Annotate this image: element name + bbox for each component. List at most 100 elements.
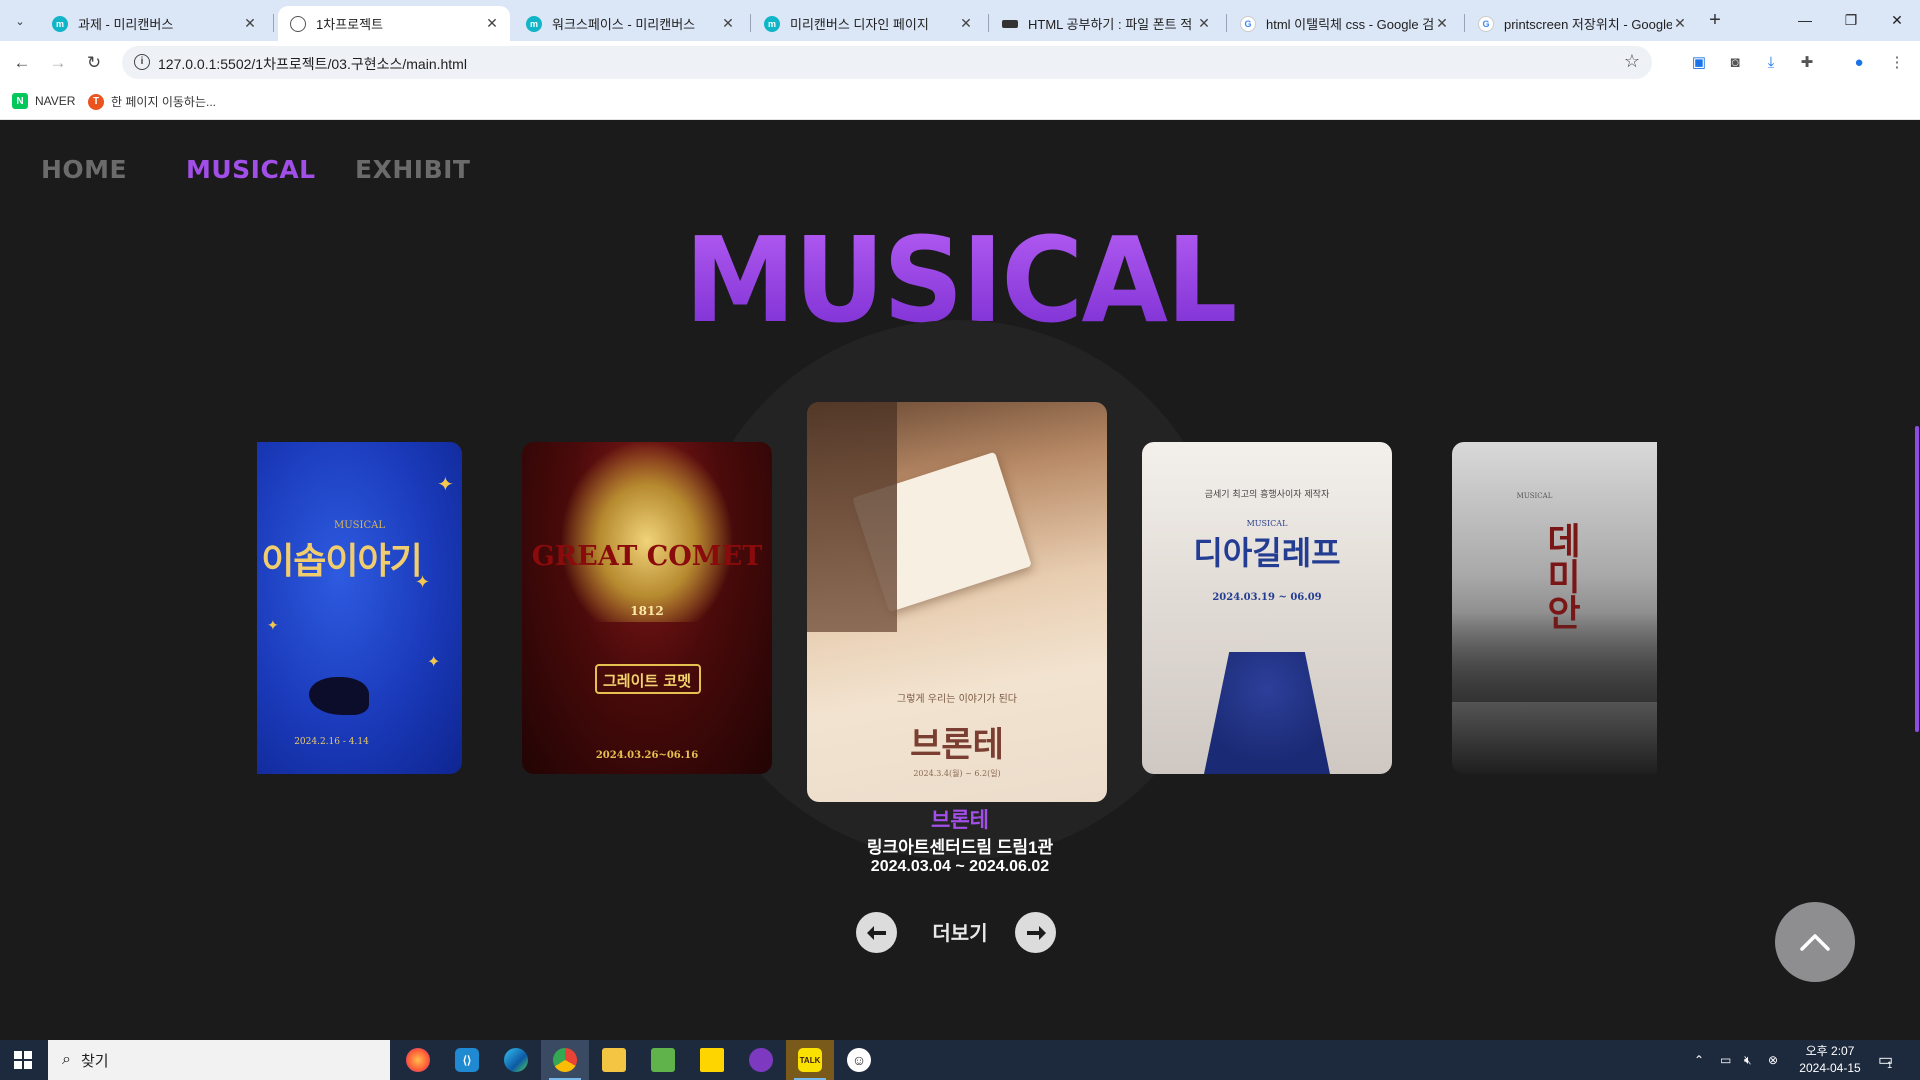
tab-google-italic[interactable]: G html 이탤릭체 css - Google 검 ✕ [1228,6,1460,41]
tab-miricanvas-workspace[interactable]: m 워크스페이스 - 미리캔버스 ✕ [514,6,746,41]
taskbar-sticky-notes[interactable] [688,1040,736,1080]
chevron-up-icon [1800,934,1830,951]
taskbar-github[interactable] [737,1040,785,1080]
tab-miricanvas-assignment[interactable]: m 과제 - 미리캔버스 ✕ [40,6,268,41]
more-label[interactable]: 더보기 [932,923,987,945]
fog-overlay [1452,612,1657,702]
tab-divider [1464,14,1465,32]
bookmark-star-icon[interactable]: ☆ [1624,51,1640,72]
profile-avatar-icon[interactable]: ● [1848,52,1870,74]
tab-first-project[interactable]: 1차프로젝트 ✕ [278,6,510,41]
poster-ihop[interactable]: MUSICAL 이솝이야기 ✦ ✦ ✦ ✦ 2024.2.16 - 4.14 [257,442,462,774]
close-window-button[interactable]: ✕ [1874,6,1920,34]
naver-icon: N [12,93,28,109]
bookmark-label: 한 페이지 이동하는... [111,95,216,109]
featured-venue: 링크아트센터드림 드림1관 [866,838,1054,857]
bookmark-tistory[interactable]: T 한 페이지 이동하는... [88,93,216,110]
featured-title[interactable]: 브론테 [0,804,1920,834]
network-icon[interactable]: ▭ [1720,1040,1731,1080]
tab-miricanvas-design[interactable]: m 미리캔버스 디자인 페이지 ✕ [752,6,984,41]
download-icon[interactable]: ⤓ [1760,52,1782,74]
restore-button[interactable]: ❐ [1828,6,1874,34]
poster-label: MUSICAL [1246,519,1288,528]
close-icon[interactable]: ✕ [1196,15,1212,32]
poster-great-comet[interactable]: GREAT COMET 1812 그레이트 코멧 2024.03.26~06.1… [522,442,772,774]
tab-search-button[interactable]: ⌄ [8,9,32,33]
tab-title: 미리캔버스 디자인 페이지 [790,17,929,32]
vscode-icon: ⟨⟩ [455,1048,479,1072]
tab-title: printscreen 저장위치 - Google [1504,17,1672,32]
search-icon: ⌕ [62,1051,71,1068]
browser-toolbar: ← → ↻ i 127.0.0.1:5502/1차프로젝트/03.구현소스/ma… [0,41,1920,84]
address-url[interactable]: 127.0.0.1:5502/1차프로젝트/03.구현소스/main.html [158,54,467,74]
tray-chevron-icon[interactable]: ⌃ [1694,1040,1704,1080]
taskbar-edge[interactable] [492,1040,540,1080]
extension-capture-icon[interactable]: ▣ [1688,52,1710,74]
extensions-puzzle-icon[interactable]: ✚ [1796,52,1818,74]
poster-date: 2024.03.26~06.16 [595,750,699,761]
bookmarks-bar: N NAVER T 한 페이지 이동하는... [0,84,1920,120]
page-scrollbar[interactable] [1914,120,1920,1040]
system-clock[interactable]: 오후 2:07 2024-04-15 [1790,1043,1870,1077]
back-button[interactable]: ← [9,50,35,76]
bookmark-naver[interactable]: N NAVER [12,93,75,109]
minimize-button[interactable]: — [1782,6,1828,34]
poster-diaghilev[interactable]: 금세기 최고의 흥행사이자 제작자 MUSICAL 디아길레프 2024.03.… [1142,442,1392,774]
star-icon: ✦ [267,617,279,633]
file-explorer-icon [602,1048,626,1072]
reload-button[interactable]: ↻ [81,50,107,76]
tab-html-study[interactable]: HTML 공부하기 : 파일 폰트 적 ✕ [990,6,1222,41]
site-info-icon[interactable]: i [134,54,150,70]
taskbar-notepad[interactable] [639,1040,687,1080]
close-icon[interactable]: ✕ [484,15,500,32]
new-tab-button[interactable]: + [1703,8,1727,32]
start-button[interactable] [0,1040,46,1080]
taskbar-firefox[interactable] [394,1040,442,1080]
search-placeholder: 찾기 [80,1052,109,1070]
taskbar-vscode[interactable]: ⟨⟩ [443,1040,491,1080]
poster-bronte[interactable]: 그렇게 우리는 이야기가 된다 브론테 2024.3.4(월) ~ 6.2(일) [807,402,1107,802]
next-button[interactable] [1015,912,1056,953]
close-icon[interactable]: ✕ [1672,15,1688,32]
close-icon[interactable]: ✕ [958,15,974,32]
poster-demian[interactable]: MUSICAL 데미안 [1452,442,1657,774]
notification-count: 1 [1887,1060,1893,1070]
sync-off-icon[interactable]: ⊗ [1768,1040,1778,1080]
poster-title: 디아길레프 [1193,534,1341,572]
camera-icon[interactable]: ◙ [1724,52,1746,74]
forward-button[interactable]: → [45,50,71,76]
close-icon[interactable]: ✕ [1434,15,1450,32]
poster-title: GREAT COMET [531,541,763,572]
more-link[interactable]: 더보기 [0,917,1920,946]
poster-date: 2024.2.16 - 4.14 [294,737,369,747]
tab-google-printscreen[interactable]: G printscreen 저장위치 - Google ✕ [1466,6,1698,41]
web-page: HOME MUSICAL EXHIBIT MUSICAL MUSICAL 이솝이… [0,120,1920,1040]
chrome-icon [553,1048,577,1072]
tab-title: 1차프로젝트 [316,17,384,32]
globe-icon [290,15,306,32]
scroll-to-top-button[interactable] [1775,902,1855,982]
poster-year: 1812 [630,604,664,618]
tab-title: html 이탤릭체 css - Google 검 [1266,17,1434,32]
featured-dates: 2024.03.04 ~ 2024.06.02 [870,858,1050,875]
windows-taskbar: ⌕ 찾기 ⟨⟩ TALK ☺ ⌃ ▭ 🔇︎ ⊗ 오후 2:07 2024-04-… [0,1040,1920,1080]
poster-label: MUSICAL [1516,492,1553,500]
address-bar[interactable]: i 127.0.0.1:5502/1차프로젝트/03.구현소스/main.htm… [122,46,1652,79]
taskbar-kakaotalk[interactable]: TALK [786,1040,834,1080]
volume-muted-icon[interactable]: 🔇︎ [1744,1040,1752,1080]
nav-home[interactable]: HOME [41,155,127,184]
miricanvas-icon: m [52,15,68,32]
taskbar-file-explorer[interactable] [590,1040,638,1080]
taskbar-emoji-app[interactable]: ☺ [835,1040,883,1080]
clock-time: 오후 2:07 [1805,1044,1855,1058]
notification-center-icon[interactable]: ▭ 1 [1878,1040,1893,1080]
taskbar-search[interactable]: ⌕ 찾기 [48,1040,390,1080]
tab-title: HTML 공부하기 : 파일 폰트 적 [1028,17,1193,32]
more-menu-icon[interactable]: ⋮ [1886,52,1908,74]
taskbar-chrome[interactable] [541,1040,589,1080]
github-icon [749,1048,773,1072]
close-icon[interactable]: ✕ [242,15,258,32]
scrollbar-thumb[interactable] [1915,426,1919,732]
close-icon[interactable]: ✕ [720,15,736,32]
sticky-notes-icon [700,1048,724,1072]
